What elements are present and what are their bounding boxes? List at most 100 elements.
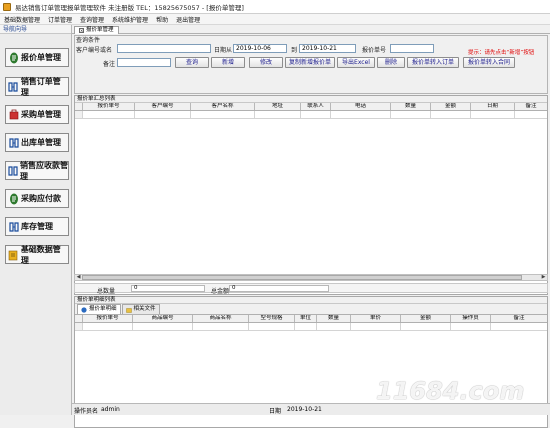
col-customer-name[interactable]: 客户名称 (191, 103, 255, 110)
menu-bar: 基础数据管理 订单管理 查询管理 系统维护管理 帮助 退出管理 (0, 14, 550, 25)
menu-query[interactable]: 查询管理 (80, 15, 104, 24)
nav-outbound-label: 出库单管理 (21, 138, 61, 147)
purchase-icon (8, 109, 19, 121)
col-remark[interactable]: 备注 (515, 103, 547, 110)
menu-system[interactable]: 系统维护管理 (112, 15, 148, 24)
copy-add-quote-button[interactable]: 复制新增报价单 (285, 57, 335, 68)
inventory-icon (8, 221, 19, 233)
scroll-left-icon[interactable]: ◀ (75, 275, 82, 280)
remark-input[interactable] (117, 58, 171, 67)
nav-basic-data-label: 基础数据管理 (20, 244, 61, 265)
query-conditions-group: 查询条件 客户编号或名 日期从 2019-10-06 到 2019-10-21 … (74, 35, 548, 94)
table-row[interactable] (75, 111, 547, 119)
tab-quote-detail[interactable]: 报价单明细 (77, 304, 121, 314)
hint-text: 提示：请先点击“新增”按钮 (468, 50, 535, 56)
payable-icon (8, 193, 19, 205)
quote-summary-grid: 报价单汇总列表 报价单号 客户编号 客户名称 地址 联系人 电话 数量 金额 日… (74, 95, 548, 295)
nav-inventory-button[interactable]: 库存管理 (5, 217, 69, 236)
close-tab-icon[interactable]: × (79, 28, 84, 33)
main-area: × 报价单管理 查询条件 客户编号或名 日期从 2019-10-06 到 201… (72, 25, 550, 428)
watermark: 11684.com (376, 377, 525, 405)
col-d-spec[interactable]: 型号规格 (249, 315, 295, 322)
nav-receivable-button[interactable]: 销售应收款管理 (5, 160, 69, 181)
col-address[interactable]: 地址 (255, 103, 301, 110)
nav-sales-order-button[interactable]: 销售订单管理 (5, 76, 69, 97)
remark-label: 备注 (103, 61, 116, 68)
basic-data-icon (8, 249, 19, 261)
date-to-input[interactable]: 2019-10-21 (299, 44, 356, 53)
sales-order-icon (8, 81, 19, 93)
table-row[interactable] (75, 323, 547, 331)
row-selector-header (75, 315, 83, 322)
nav-receivable-label: 销售应收款管理 (20, 160, 68, 181)
nav-sales-order-label: 销售订单管理 (20, 76, 61, 97)
query-group-label: 查询条件 (76, 37, 101, 44)
col-d-product-name[interactable]: 商品名称 (193, 315, 249, 322)
navigation-panel: 导航向导 报价单管理 销售订单管理 采购单管理 出库单管理 销售应收款管理 采购… (0, 25, 72, 415)
operator-value: admin (101, 406, 120, 413)
customer-input[interactable] (117, 44, 211, 53)
quote-no-label: 报价单号 (362, 47, 387, 54)
status-date-value: 2019-10-21 (287, 406, 322, 413)
nav-outbound-button[interactable]: 出库单管理 (5, 133, 69, 152)
menu-basic-data[interactable]: 基础数据管理 (4, 15, 40, 24)
col-contact[interactable]: 联系人 (301, 103, 331, 110)
add-button[interactable]: 新增 (211, 57, 245, 68)
quote-to-order-button[interactable]: 报价单转入订单 (407, 57, 459, 68)
customer-label: 客户编号或名 (76, 47, 113, 54)
col-d-unit[interactable]: 单位 (295, 315, 317, 322)
col-amount[interactable]: 金额 (431, 103, 471, 110)
col-d-operator[interactable]: 操作员 (451, 315, 491, 322)
col-date[interactable]: 日期 (471, 103, 515, 110)
col-quote-no[interactable]: 报价单号 (83, 103, 135, 110)
summary-caption: 报价单汇总列表 (75, 96, 547, 103)
nav-payable-label: 采购应付款 (21, 194, 61, 203)
nav-inventory-label: 库存管理 (21, 222, 53, 231)
col-d-amount[interactable]: 金额 (401, 315, 451, 322)
col-d-product-no[interactable]: 商品编号 (133, 315, 193, 322)
nav-basic-data-button[interactable]: 基础数据管理 (5, 244, 69, 265)
detail-tabs: 报价单明细 相关文件 (75, 304, 547, 315)
tab-related-files[interactable]: 相关文件 (121, 304, 160, 314)
col-quantity[interactable]: 数量 (391, 103, 431, 110)
quote-no-input[interactable] (390, 44, 434, 53)
tab-label: 报价单管理 (86, 27, 114, 33)
total-amount-value: 0 (229, 285, 329, 292)
total-qty-label: 总数量 (97, 288, 116, 295)
col-d-quote-no[interactable]: 报价单号 (83, 315, 133, 322)
nav-quote-label: 报价单管理 (21, 53, 61, 62)
tab-quote-management[interactable]: × 报价单管理 (74, 26, 119, 34)
status-date-label: 日期 (269, 408, 282, 415)
date-to-label: 到 (291, 47, 298, 54)
row-selector[interactable] (75, 323, 83, 330)
menu-exit[interactable]: 退出管理 (176, 15, 200, 24)
row-selector[interactable] (75, 111, 83, 118)
col-phone[interactable]: 电话 (331, 103, 391, 110)
scroll-right-icon[interactable]: ▶ (540, 275, 547, 280)
scrollbar-thumb[interactable] (82, 275, 522, 280)
nav-quote-button[interactable]: 报价单管理 (5, 48, 69, 67)
nav-purchase-button[interactable]: 采购单管理 (5, 105, 69, 124)
nav-payable-button[interactable]: 采购应付款 (5, 189, 69, 208)
query-button[interactable]: 查询 (175, 57, 209, 68)
edit-button[interactable]: 修改 (249, 57, 283, 68)
title-bar: 易达销售订单管理报单管理软件 未注册版 TEL：15825675057 - [报… (0, 0, 550, 14)
summary-horizontal-scrollbar[interactable]: ◀ ▶ (74, 274, 548, 281)
detail-icon (81, 306, 87, 313)
col-customer-no[interactable]: 客户编号 (135, 103, 191, 110)
document-tab-strip: × 报价单管理 (72, 25, 550, 34)
totals-bar: 总数量 0 总金额 0 (74, 283, 548, 295)
col-d-quantity[interactable]: 数量 (317, 315, 351, 322)
window-title: 易达销售订单管理报单管理软件 未注册版 TEL：15825675057 - [报… (15, 3, 244, 12)
export-excel-button[interactable]: 导出Excel (337, 57, 375, 68)
quote-to-contract-button[interactable]: 报价单转入合同 (463, 57, 515, 68)
row-selector-header (75, 103, 83, 110)
menu-orders[interactable]: 订单管理 (48, 15, 72, 24)
total-qty-value: 0 (131, 285, 205, 292)
col-d-price[interactable]: 单价 (351, 315, 401, 322)
nav-purchase-label: 采购单管理 (21, 110, 61, 119)
col-d-remark[interactable]: 备注 (491, 315, 547, 322)
date-from-input[interactable]: 2019-10-06 (233, 44, 287, 53)
menu-help[interactable]: 帮助 (156, 15, 168, 24)
delete-button[interactable]: 删除 (377, 57, 405, 68)
